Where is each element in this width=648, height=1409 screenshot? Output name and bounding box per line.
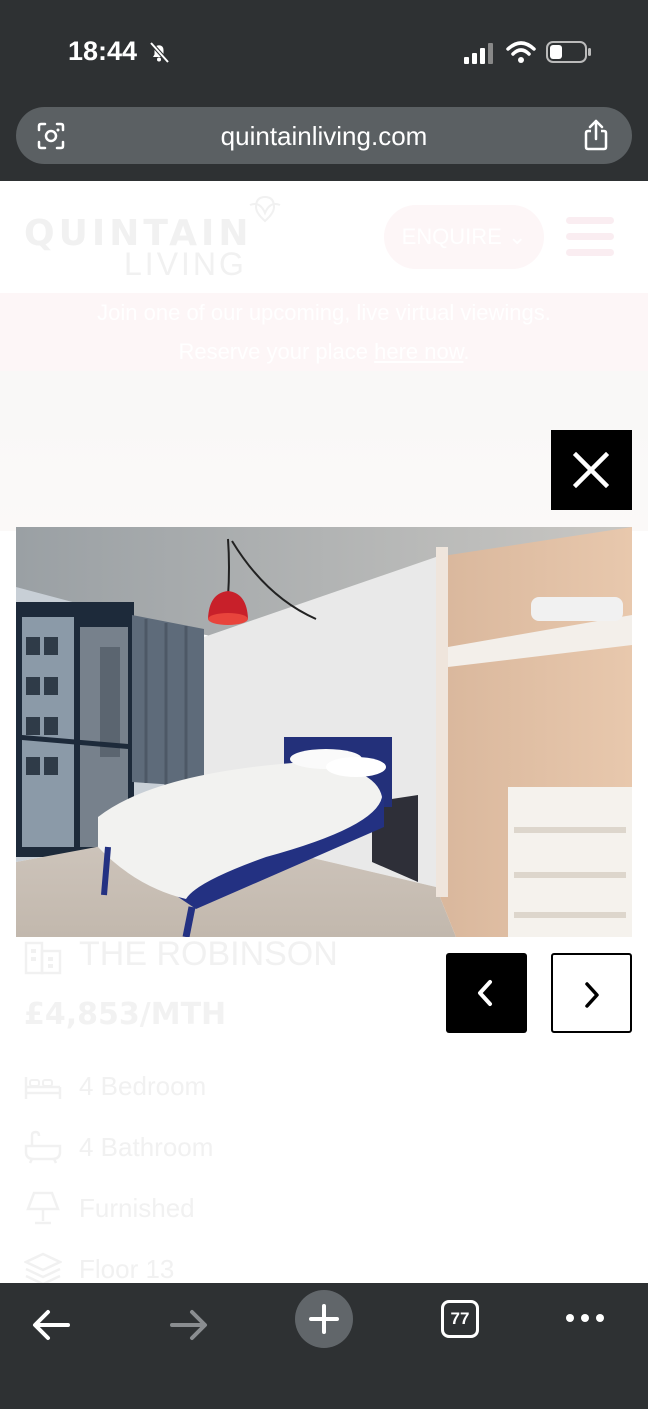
plus-icon [309, 1304, 339, 1334]
tab-switcher-button[interactable]: 77 [441, 1300, 479, 1338]
battery-icon [546, 41, 591, 63]
share-icon[interactable] [582, 119, 610, 151]
url-bar[interactable]: quintainliving.com [16, 107, 632, 164]
previous-image-button[interactable] [446, 953, 527, 1033]
arrow-left-icon [33, 1310, 70, 1340]
page: 18:44 quintainliving.com QUINTAIN LIVING… [0, 0, 648, 1409]
browser-top-bar: 18:44 quintainliving.com [0, 0, 648, 181]
status-time: 18:44 [68, 36, 138, 66]
close-icon [573, 452, 609, 488]
url-text[interactable]: quintainliving.com [16, 121, 632, 152]
cellular-signal-icon [464, 43, 493, 64]
silent-bell-icon [149, 41, 170, 64]
chevron-left-icon [478, 980, 492, 1006]
more-menu-button[interactable] [555, 1295, 615, 1355]
bedroom-photo [16, 527, 632, 937]
forward-button[interactable] [158, 1295, 218, 1355]
next-image-button[interactable] [551, 953, 632, 1033]
arrow-right-icon [170, 1310, 207, 1340]
more-dots-icon [566, 1314, 604, 1322]
close-lightbox-button[interactable] [551, 430, 632, 510]
chevron-right-icon [585, 982, 599, 1008]
new-tab-button[interactable] [295, 1290, 353, 1348]
wifi-icon [506, 41, 536, 63]
back-button[interactable] [22, 1295, 82, 1355]
browser-bottom-toolbar: 77 [0, 1283, 648, 1409]
